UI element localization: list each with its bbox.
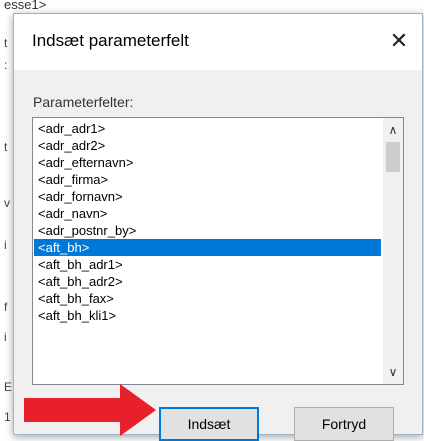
background-text: t bbox=[4, 36, 8, 50]
chevron-down-icon[interactable]: ∨ bbox=[383, 362, 403, 382]
background-text: t bbox=[4, 140, 8, 154]
dialog-titlebar[interactable]: Indsæt parameterfelt ✕ bbox=[14, 14, 422, 70]
scroll-thumb[interactable] bbox=[386, 142, 400, 172]
list-item[interactable]: <adr_navn> bbox=[34, 205, 381, 222]
background-text: 1 bbox=[4, 410, 11, 424]
insert-parameter-dialog: Indsæt parameterfelt ✕ Parameterfelter: … bbox=[13, 13, 423, 441]
parameter-list-label: Parameterfelter: bbox=[33, 94, 134, 110]
parameter-listbox[interactable]: <adr_adr1> <adr_adr2> <adr_efternavn> <a… bbox=[32, 117, 404, 385]
background-text: v bbox=[4, 196, 10, 210]
list-item[interactable]: <adr_adr1> bbox=[34, 120, 381, 137]
list-item[interactable]: <adr_adr2> bbox=[34, 137, 381, 154]
list-item[interactable]: <adr_fornavn> bbox=[34, 188, 381, 205]
dialog-body: Parameterfelter: <adr_adr1> <adr_adr2> <… bbox=[14, 70, 422, 441]
list-item-selected[interactable]: <aft_bh> bbox=[34, 239, 381, 256]
background-text: esse1> bbox=[4, 0, 47, 12]
background-text: E bbox=[4, 380, 13, 394]
close-icon[interactable]: ✕ bbox=[382, 24, 416, 58]
background-text: i bbox=[4, 330, 7, 344]
background-text: i bbox=[4, 238, 7, 252]
list-item[interactable]: <aft_bh_adr2> bbox=[34, 273, 381, 290]
background-text: : bbox=[4, 58, 8, 72]
parameter-items: <adr_adr1> <adr_adr2> <adr_efternavn> <a… bbox=[34, 120, 381, 324]
vertical-scrollbar[interactable]: ∧ ∨ bbox=[383, 118, 403, 384]
list-item[interactable]: <adr_firma> bbox=[34, 171, 381, 188]
background-text: f bbox=[4, 300, 8, 314]
list-item[interactable]: <adr_postnr_by> bbox=[34, 222, 381, 239]
list-item[interactable]: <aft_bh_kli1> bbox=[34, 307, 381, 324]
list-item[interactable]: <aft_bh_fax> bbox=[34, 290, 381, 307]
cancel-button[interactable]: Fortryd bbox=[294, 407, 394, 441]
list-item[interactable]: <aft_bh_adr1> bbox=[34, 256, 381, 273]
chevron-up-icon[interactable]: ∧ bbox=[383, 120, 403, 140]
list-item[interactable]: <adr_efternavn> bbox=[34, 154, 381, 171]
dialog-title: Indsæt parameterfelt bbox=[32, 31, 189, 50]
red-arrow-icon bbox=[24, 384, 156, 436]
